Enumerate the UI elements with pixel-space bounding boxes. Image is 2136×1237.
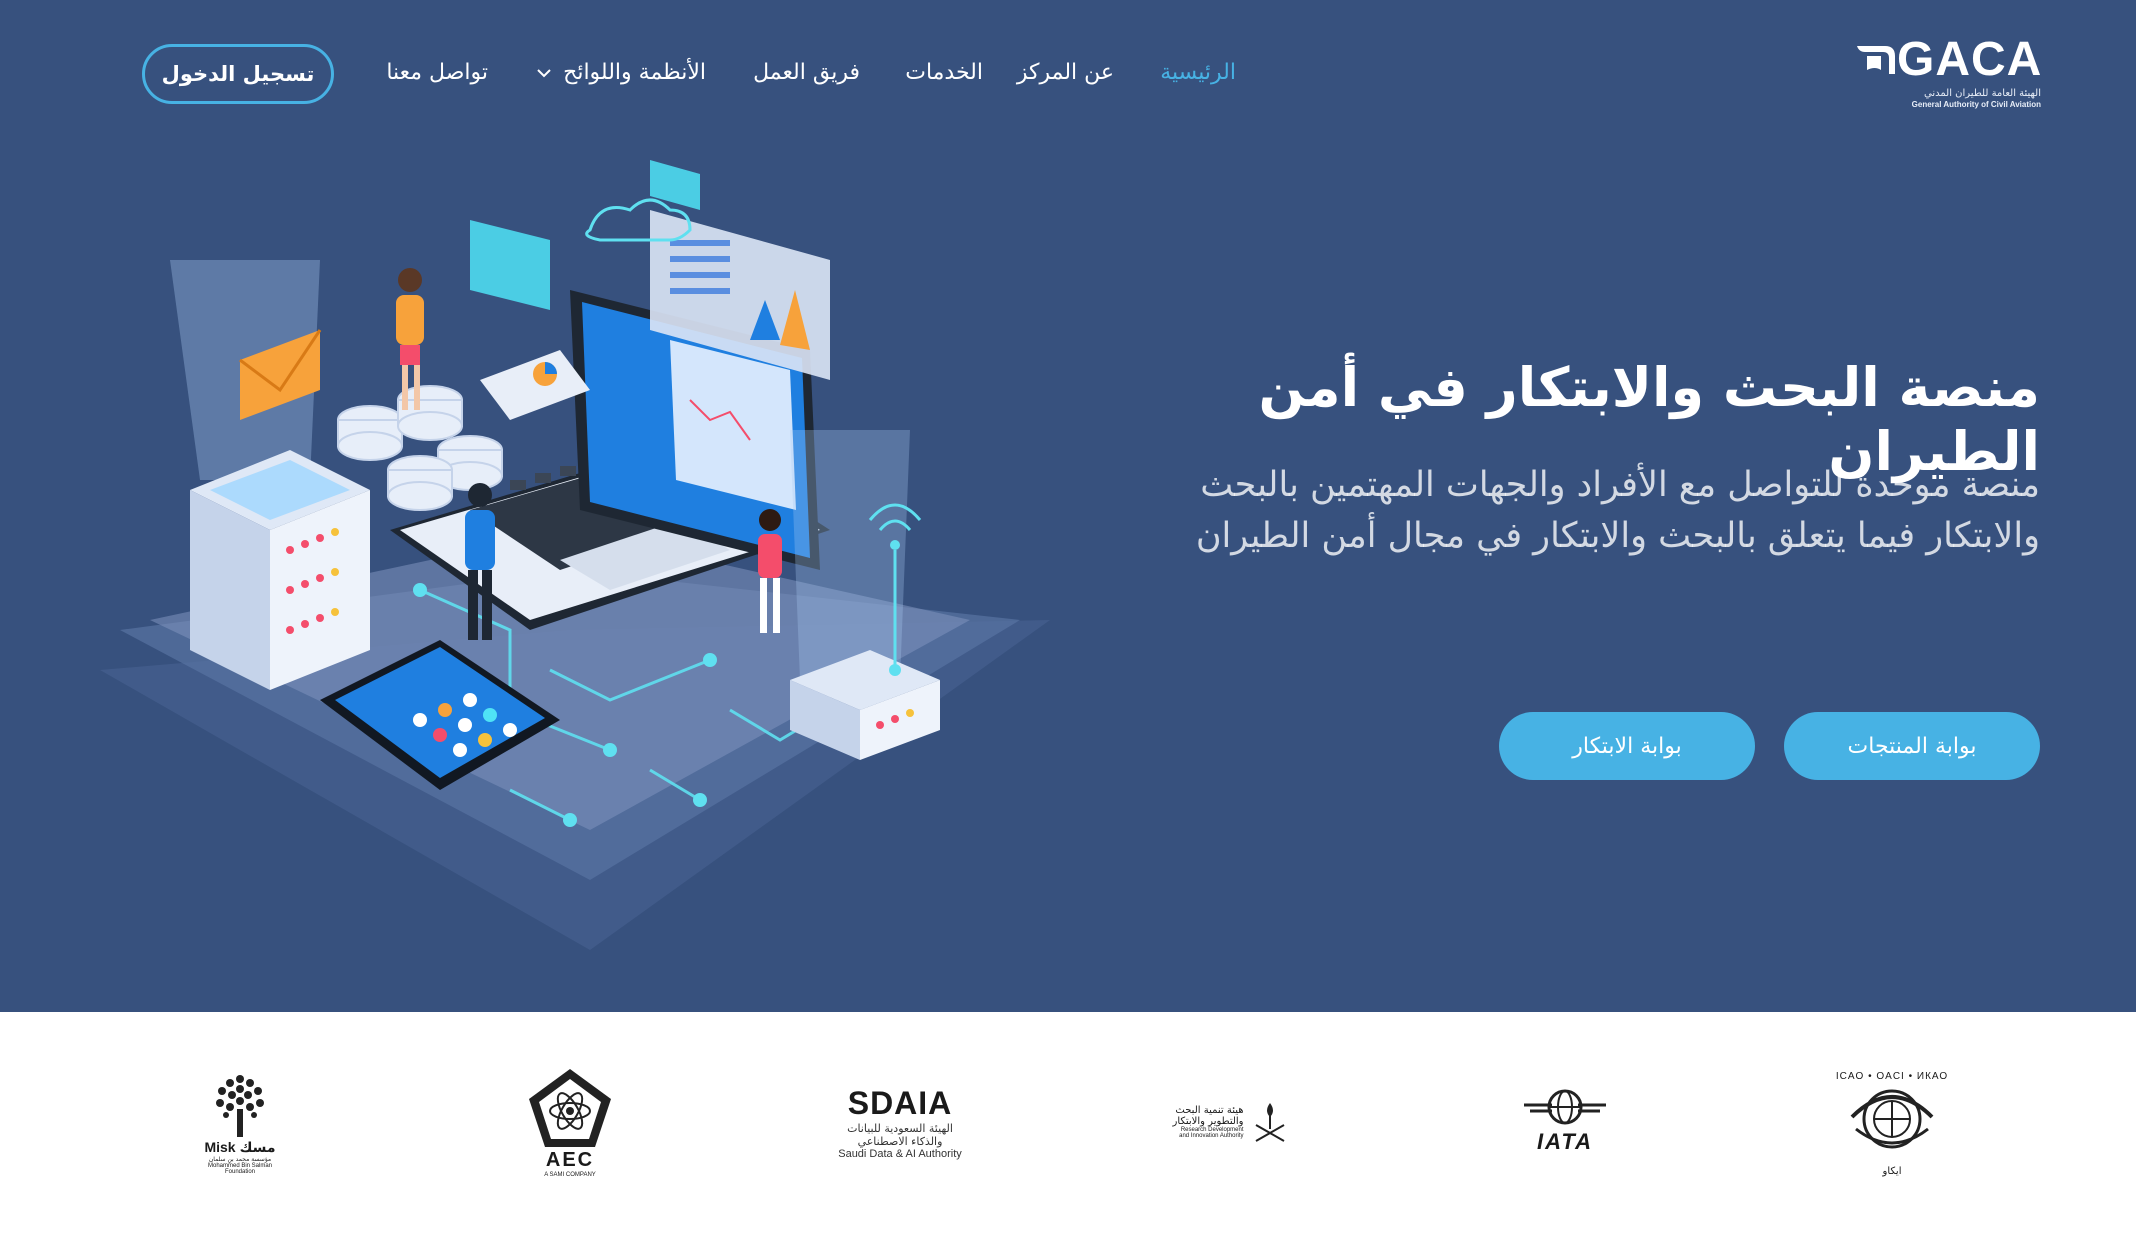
- sdaia-line-ar1: الهيئة السعودية للبيانات: [847, 1121, 953, 1135]
- nav-about[interactable]: عن المركز: [1017, 56, 1114, 90]
- partner-icao[interactable]: ICAO • OACI • ИКАО ايكاو: [1822, 1057, 1962, 1187]
- rdia-line2: والتطوير والابتكار: [1172, 1116, 1244, 1127]
- partner-aec[interactable]: AEC A SAMI COMPANY: [520, 1057, 620, 1187]
- aec-name: AEC: [545, 1148, 595, 1171]
- icao-ring-text: ICAO • OACI • ИКАО: [1835, 1071, 1949, 1082]
- login-button[interactable]: تسجيل الدخول: [142, 44, 334, 104]
- aec-atom-icon: [529, 1068, 611, 1147]
- aec-sub: A SAMI COMPANY: [544, 1171, 596, 1178]
- nav-services[interactable]: الخدمات: [905, 56, 983, 90]
- rdia-line4: and Innovation Authority: [1179, 1133, 1244, 1139]
- partner-sdaia[interactable]: SDAIA الهيئة السعودية للبيانات والذكاء ا…: [830, 1057, 970, 1187]
- saudi-emblem-icon: [1255, 1103, 1285, 1142]
- hero-description: منصة موحدة للتواصل مع الأفراد والجهات ال…: [1195, 465, 2040, 556]
- nav-regulations-label: الأنظمة واللوائح: [563, 60, 706, 85]
- products-portal-button[interactable]: بوابة المنتجات: [1784, 712, 2040, 780]
- icao-bottom-text: ايكاو: [1882, 1166, 1902, 1177]
- rdia-line1: هيئة تنمية البحث: [1175, 1105, 1244, 1116]
- sdaia-line-ar2: والذكاء الاصطناعي: [857, 1134, 943, 1148]
- iata-name: IATA: [1536, 1129, 1594, 1154]
- misk-tree-icon: [216, 1075, 264, 1137]
- icao-emblem-icon: [1850, 1089, 1934, 1149]
- partners-strip: ICAO • OACI • ИКАО ايكاو IATA هيئة تنمية…: [0, 1012, 2136, 1237]
- nav-regulations[interactable]: الأنظمة واللوائح: [536, 56, 706, 90]
- nav-team[interactable]: فريق العمل: [753, 56, 860, 90]
- misk-name-en: Misk: [204, 1139, 236, 1155]
- brand-subtitle-en: General Authority of Civil Aviation: [1911, 100, 2041, 109]
- misk-line-ar: مؤسسة محمد بن سلمان: [208, 1156, 272, 1163]
- hero-illustration: [100, 160, 1050, 950]
- chevron-down-icon: [537, 69, 551, 78]
- nav-home[interactable]: الرئيسية: [1160, 56, 1236, 90]
- sdaia-name: SDAIA: [847, 1084, 953, 1121]
- misk-name-ar: مسك: [239, 1140, 276, 1156]
- misk-line-en2: Foundation: [224, 1169, 256, 1175]
- sdaia-line-en: Saudi Data & AI Authority: [838, 1147, 962, 1160]
- partner-rdia[interactable]: هيئة تنمية البحث والتطوير والابتكار Rese…: [1160, 1057, 1300, 1187]
- innovation-portal-button[interactable]: بوابة الابتكار: [1499, 712, 1755, 780]
- hero-section: GACA الهيئة العامة للطيران المدني Genera…: [0, 0, 2136, 1012]
- iata-globe-icon: [1524, 1089, 1606, 1125]
- partner-iata[interactable]: IATA: [1510, 1057, 1620, 1187]
- nav-contact[interactable]: تواصل معنا: [386, 56, 488, 90]
- partner-misk[interactable]: Misk مسك مؤسسة محمد بن سلمان Mohammed Bi…: [190, 1057, 290, 1187]
